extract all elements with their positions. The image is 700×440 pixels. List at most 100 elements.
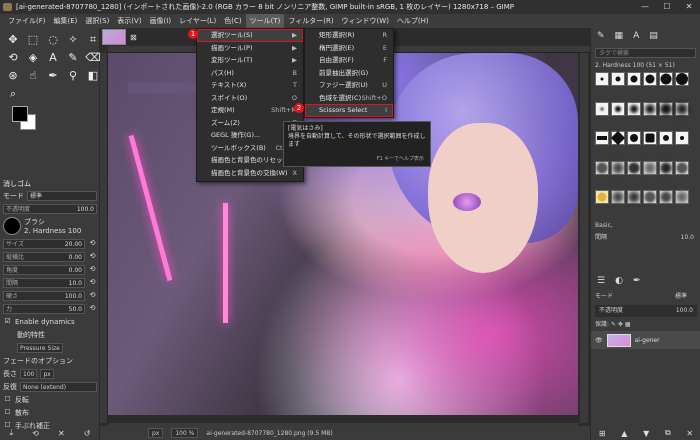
maximize-button[interactable]: ☐	[656, 0, 678, 14]
delete-options-icon[interactable]: ✕	[58, 429, 65, 438]
menu-view[interactable]: 表示(V)	[113, 14, 145, 28]
menu-tools[interactable]: ツール(T)	[245, 14, 285, 28]
brush-swatch[interactable]	[643, 190, 657, 205]
zoom-tool-icon[interactable]: ⌕	[4, 86, 22, 102]
aspect-slider[interactable]: 縦横比 0.00	[3, 251, 85, 262]
menu-item-color-picker[interactable]: スポイト(O) O	[197, 92, 303, 105]
lasso-tool-icon[interactable]: ◌	[44, 32, 62, 48]
menu-select[interactable]: 選択(S)	[81, 14, 113, 28]
reset-size-icon[interactable]: ⟲	[88, 239, 97, 248]
menu-file[interactable]: ファイル(F)	[4, 14, 50, 28]
brush-preview-icon[interactable]	[3, 217, 21, 235]
brush-swatch[interactable]	[595, 101, 609, 116]
foreground-color[interactable]	[12, 106, 28, 122]
paths-tool-icon[interactable]: ✒	[44, 68, 62, 84]
brushes-tab-icon[interactable]: ✎	[597, 31, 605, 43]
repeat-select[interactable]: None (extend)	[20, 381, 97, 392]
color-picker-tool-icon[interactable]: ⚲	[64, 68, 82, 84]
force-slider[interactable]: 力 50.0	[3, 303, 85, 314]
brush-swatch[interactable]	[627, 101, 641, 116]
brush-swatch[interactable]	[611, 190, 625, 205]
brush-swatch[interactable]	[643, 131, 657, 146]
brush-swatch[interactable]	[675, 101, 689, 116]
brush-swatch[interactable]	[595, 131, 609, 146]
menu-item-swap-colors[interactable]: 描画色と背景色の交換(W) X	[197, 167, 303, 180]
reset-force-icon[interactable]: ⟲	[88, 304, 97, 313]
brush-swatch[interactable]	[627, 190, 641, 205]
fade-unit-select[interactable]: px	[40, 368, 54, 379]
reset-spacing-icon[interactable]: ⟲	[88, 278, 97, 287]
menu-item-paths[interactable]: パス(H) B	[197, 67, 303, 80]
brush-swatch[interactable]	[675, 190, 689, 205]
submenu-item-scissors-select[interactable]: Scissors Select I	[305, 104, 393, 117]
brush-swatch[interactable]	[659, 131, 673, 146]
brush-swatch[interactable]	[659, 101, 673, 116]
lock-pixels-icon[interactable]: ✎	[611, 321, 616, 328]
paint-tool-icon[interactable]: ✎	[64, 50, 82, 66]
menu-windows[interactable]: ウィンドウ(W)	[338, 14, 393, 28]
move-tool-icon[interactable]: ✥	[4, 32, 22, 48]
submenu-item-by-color-select[interactable]: 色域を選択(C) Shift+O	[305, 92, 393, 105]
menu-item-transform-tools[interactable]: 変形ツール(T) ▶	[197, 54, 303, 67]
warp-tool-icon[interactable]: ◈	[24, 50, 42, 66]
layers-tab-icon[interactable]: ☰	[597, 276, 605, 288]
menu-item-measure[interactable]: 定規(M) Shift+M	[197, 104, 303, 117]
layer-row[interactable]: 👁 ai-gener	[591, 331, 700, 349]
brush-swatch[interactable]	[659, 160, 673, 175]
menu-colors[interactable]: 色(C)	[220, 14, 245, 28]
unit-select[interactable]: px	[148, 428, 164, 438]
brush-swatch[interactable]	[675, 72, 689, 86]
reset-options-icon[interactable]: ↺	[84, 429, 91, 438]
reset-angle-icon[interactable]: ⟲	[88, 265, 97, 274]
layer-mode-row[interactable]: モード 標準	[591, 291, 700, 303]
spacing-slider[interactable]: 間隔 10.0	[3, 277, 85, 288]
menu-item-selection-tools[interactable]: 選択ツール(S) ▶	[197, 29, 303, 42]
brush-swatch[interactable]	[643, 72, 657, 86]
mode-select[interactable]: 標準	[27, 190, 97, 201]
brush-swatch[interactable]	[627, 131, 641, 146]
brush-swatch[interactable]	[675, 160, 689, 175]
brush-swatch[interactable]	[595, 72, 609, 86]
scatter-checkbox[interactable]: ☐	[3, 408, 12, 417]
submenu-item-free-select[interactable]: 自由選択(F) F	[305, 54, 393, 67]
brush-preset-row[interactable]: Basic,	[591, 220, 700, 232]
layer-opacity-slider[interactable]: 不透明度 100.0	[595, 305, 697, 317]
submenu-item-rect-select[interactable]: 矩形選択(R) R	[305, 29, 393, 42]
lock-alpha-icon[interactable]: ▦	[625, 321, 631, 328]
channels-tab-icon[interactable]: ◐	[615, 276, 623, 288]
menu-edit[interactable]: 編集(E)	[50, 14, 82, 28]
menu-item-text[interactable]: テキスト(X) T	[197, 79, 303, 92]
menu-filters[interactable]: フィルター(R)	[284, 14, 337, 28]
reset-hardness-icon[interactable]: ⟲	[88, 291, 97, 300]
minimize-button[interactable]: —	[634, 0, 656, 14]
history-tab-icon[interactable]: ▤	[649, 31, 658, 43]
smudge-tool-icon[interactable]: ☝	[24, 68, 42, 84]
close-button[interactable]: ✕	[678, 0, 700, 14]
brush-swatch[interactable]	[675, 131, 689, 146]
brush-swatch[interactable]	[627, 72, 641, 86]
hardness-slider[interactable]: 硬さ 100.0	[3, 290, 85, 301]
menu-help[interactable]: ヘルプ(H)	[393, 14, 433, 28]
dynamics-select[interactable]: Pressure Size	[17, 342, 63, 353]
image-tab[interactable]: ⊠	[102, 28, 137, 46]
reset-aspect-icon[interactable]: ⟲	[88, 252, 97, 261]
text-tool-icon[interactable]: A	[44, 50, 62, 66]
brush-swatch[interactable]	[659, 72, 673, 86]
fonts-tab-icon[interactable]: A	[633, 31, 639, 43]
brush-swatch[interactable]	[627, 160, 641, 175]
layer-visibility-icon[interactable]: 👁	[595, 337, 603, 344]
save-options-icon[interactable]: ⤓	[10, 428, 14, 438]
delete-layer-icon[interactable]: ✕	[686, 429, 693, 438]
brush-spacing-row[interactable]: 間隔 10.0	[591, 232, 700, 244]
brush-swatch[interactable]	[611, 160, 625, 175]
clone-tool-icon[interactable]: ⊛	[4, 68, 22, 84]
restore-options-icon[interactable]: ⟲	[32, 429, 39, 438]
rect-select-tool-icon[interactable]: ⬚	[24, 32, 42, 48]
duplicate-layer-icon[interactable]: ⧉	[665, 428, 671, 438]
transform-tool-icon[interactable]: ⟲	[4, 50, 22, 66]
brush-swatch[interactable]	[611, 101, 625, 116]
new-layer-icon[interactable]: ⊞	[599, 429, 606, 438]
image-tab-close-icon[interactable]: ⊠	[130, 33, 137, 42]
submenu-item-foreground-select[interactable]: 前景抽出選択(G)	[305, 67, 393, 80]
zoom-select[interactable]: 100 %	[171, 428, 199, 438]
